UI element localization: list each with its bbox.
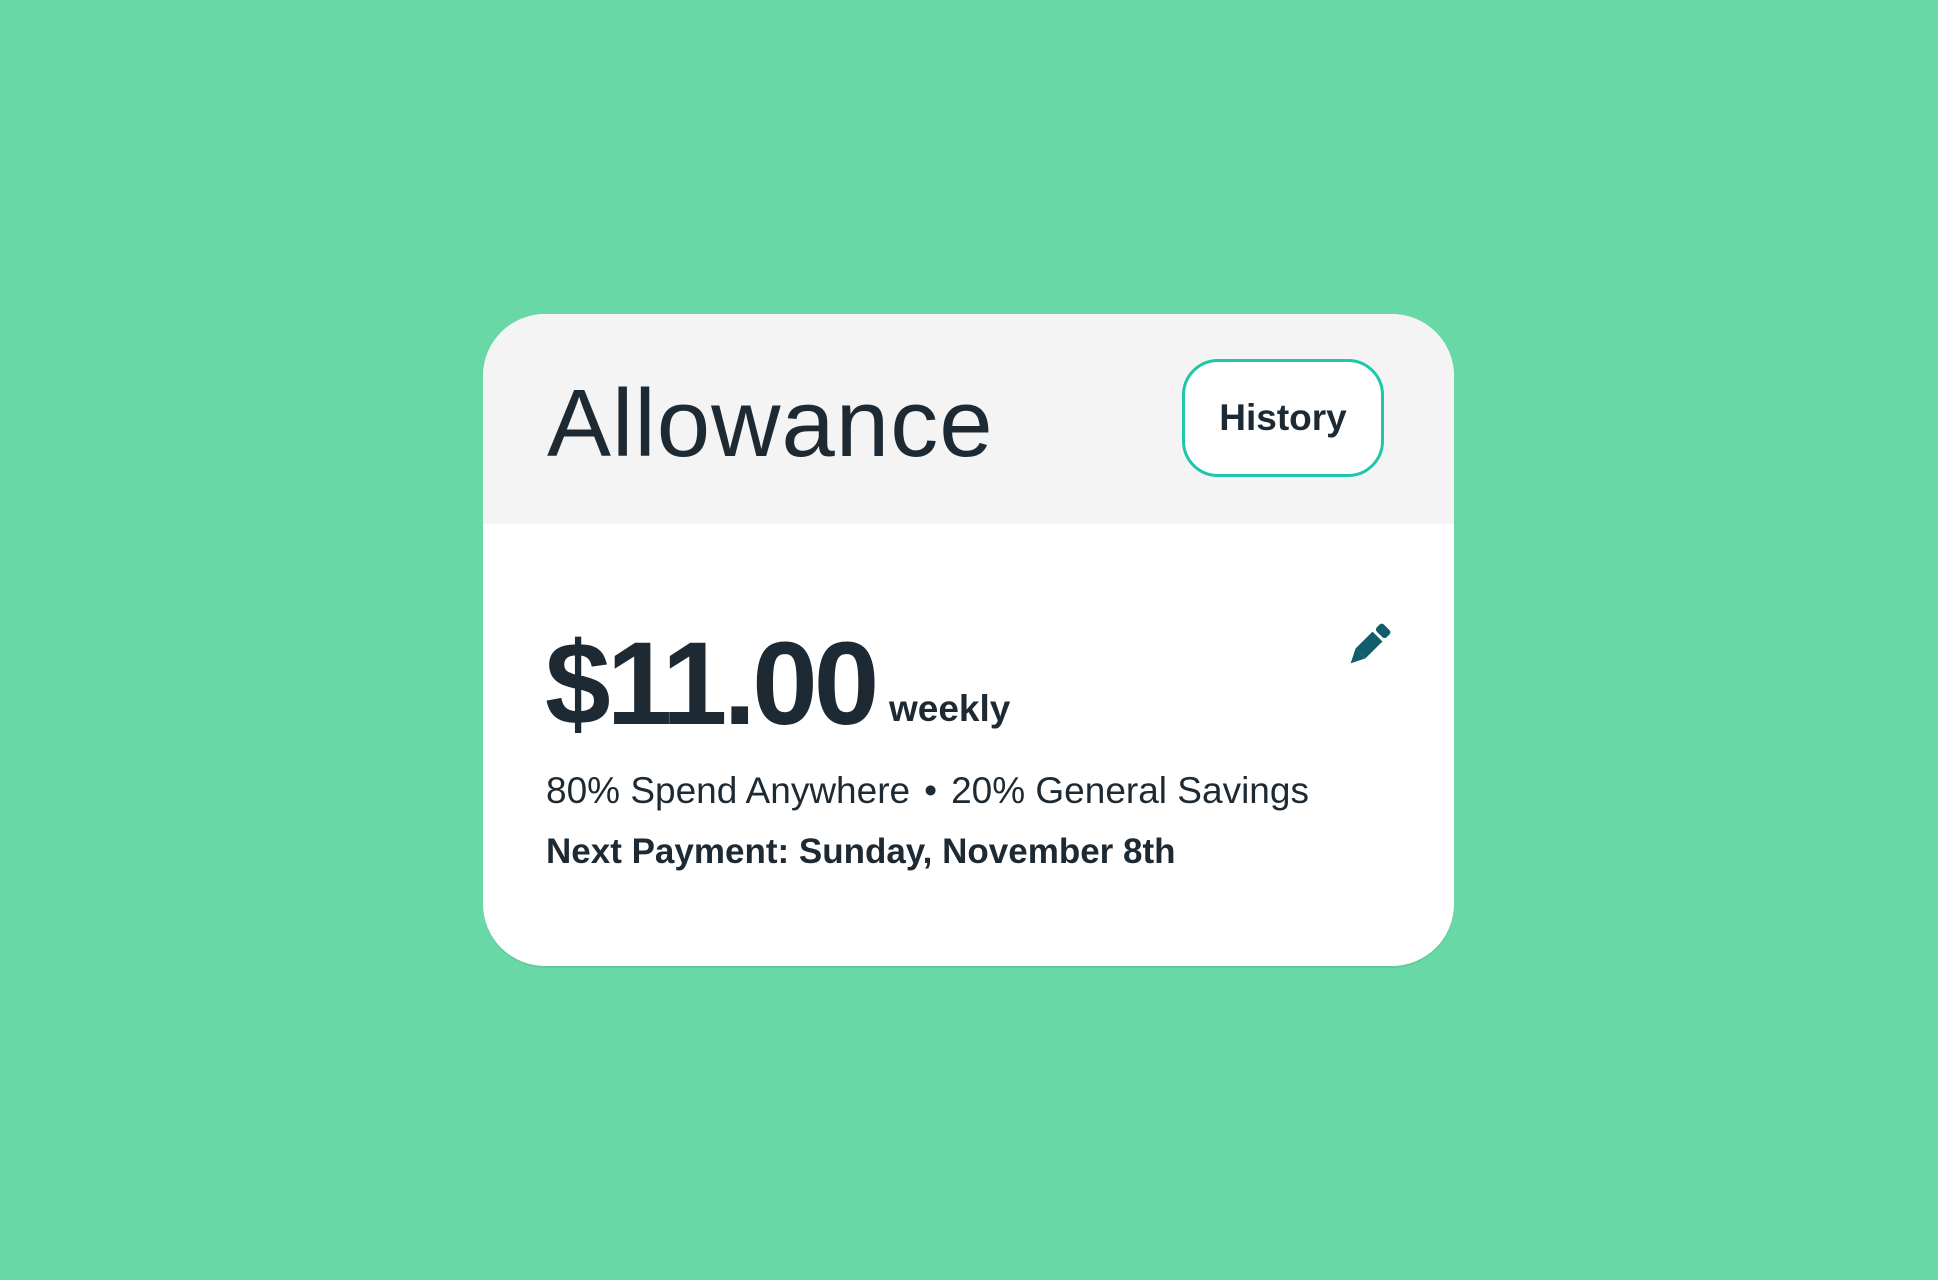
history-button[interactable]: History bbox=[1182, 359, 1384, 477]
card-title: Allowance bbox=[547, 370, 994, 477]
allowance-card: Allowance History $11.00 weekly 80% Spen… bbox=[483, 314, 1454, 966]
savings-split-text: 20% General Savings bbox=[951, 770, 1309, 811]
allowance-frequency: weekly bbox=[889, 688, 1011, 729]
allowance-split: 80% Spend Anywhere • 20% General Savings bbox=[546, 769, 1309, 813]
pencil-icon bbox=[1350, 623, 1391, 664]
split-separator: • bbox=[924, 770, 938, 811]
edit-allowance-button[interactable] bbox=[1336, 615, 1396, 675]
spend-split-text: 80% Spend Anywhere bbox=[546, 770, 911, 811]
allowance-amount: $11.00 bbox=[545, 618, 879, 750]
card-header: Allowance History bbox=[483, 314, 1454, 524]
next-payment-text: Next Payment: Sunday, November 8th bbox=[546, 832, 1176, 871]
